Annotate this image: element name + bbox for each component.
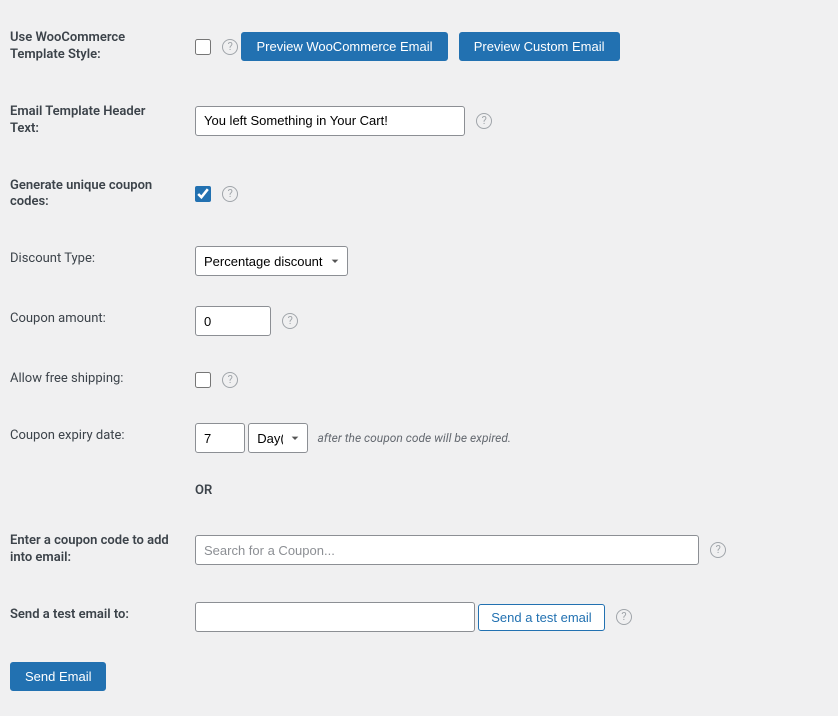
coupon-amount-input[interactable] (195, 306, 271, 336)
test-email-input[interactable] (195, 602, 475, 632)
free-shipping-label: Allow free shipping: (10, 351, 185, 408)
help-icon[interactable] (476, 113, 492, 129)
expiry-value-input[interactable] (195, 423, 245, 453)
generate-coupon-label: Generate unique coupon codes: (10, 158, 185, 232)
expiry-unit-select[interactable]: Day(s) (248, 423, 308, 453)
help-icon[interactable] (710, 542, 726, 558)
generate-coupon-checkbox[interactable] (195, 186, 211, 202)
use-template-label: Use WooCommerce Template Style: (10, 10, 185, 84)
expiry-label: Coupon expiry date: (10, 408, 185, 468)
send-test-email-button[interactable]: Send a test email (478, 604, 604, 631)
help-icon[interactable] (222, 186, 238, 202)
coupon-search-input[interactable] (195, 535, 699, 565)
help-icon[interactable] (616, 609, 632, 625)
test-email-label: Send a test email to: (10, 587, 185, 647)
preview-custom-email-button[interactable]: Preview Custom Email (459, 32, 620, 61)
help-icon[interactable] (222, 372, 238, 388)
preview-woo-email-button[interactable]: Preview WooCommerce Email (241, 32, 447, 61)
or-text: OR (185, 468, 828, 513)
expiry-hint: after the coupon code will be expired. (317, 431, 511, 445)
discount-type-label: Discount Type: (10, 231, 185, 291)
discount-type-select[interactable]: Percentage discount (195, 246, 348, 276)
free-shipping-checkbox[interactable] (195, 372, 211, 388)
header-text-input[interactable] (195, 106, 465, 136)
use-template-checkbox[interactable] (195, 39, 211, 55)
help-icon[interactable] (222, 39, 238, 55)
coupon-amount-label: Coupon amount: (10, 291, 185, 351)
header-text-label: Email Template Header Text: (10, 84, 185, 158)
send-email-button[interactable]: Send Email (10, 662, 106, 691)
coupon-search-label: Enter a coupon code to add into email: (10, 513, 185, 587)
help-icon[interactable] (282, 313, 298, 329)
